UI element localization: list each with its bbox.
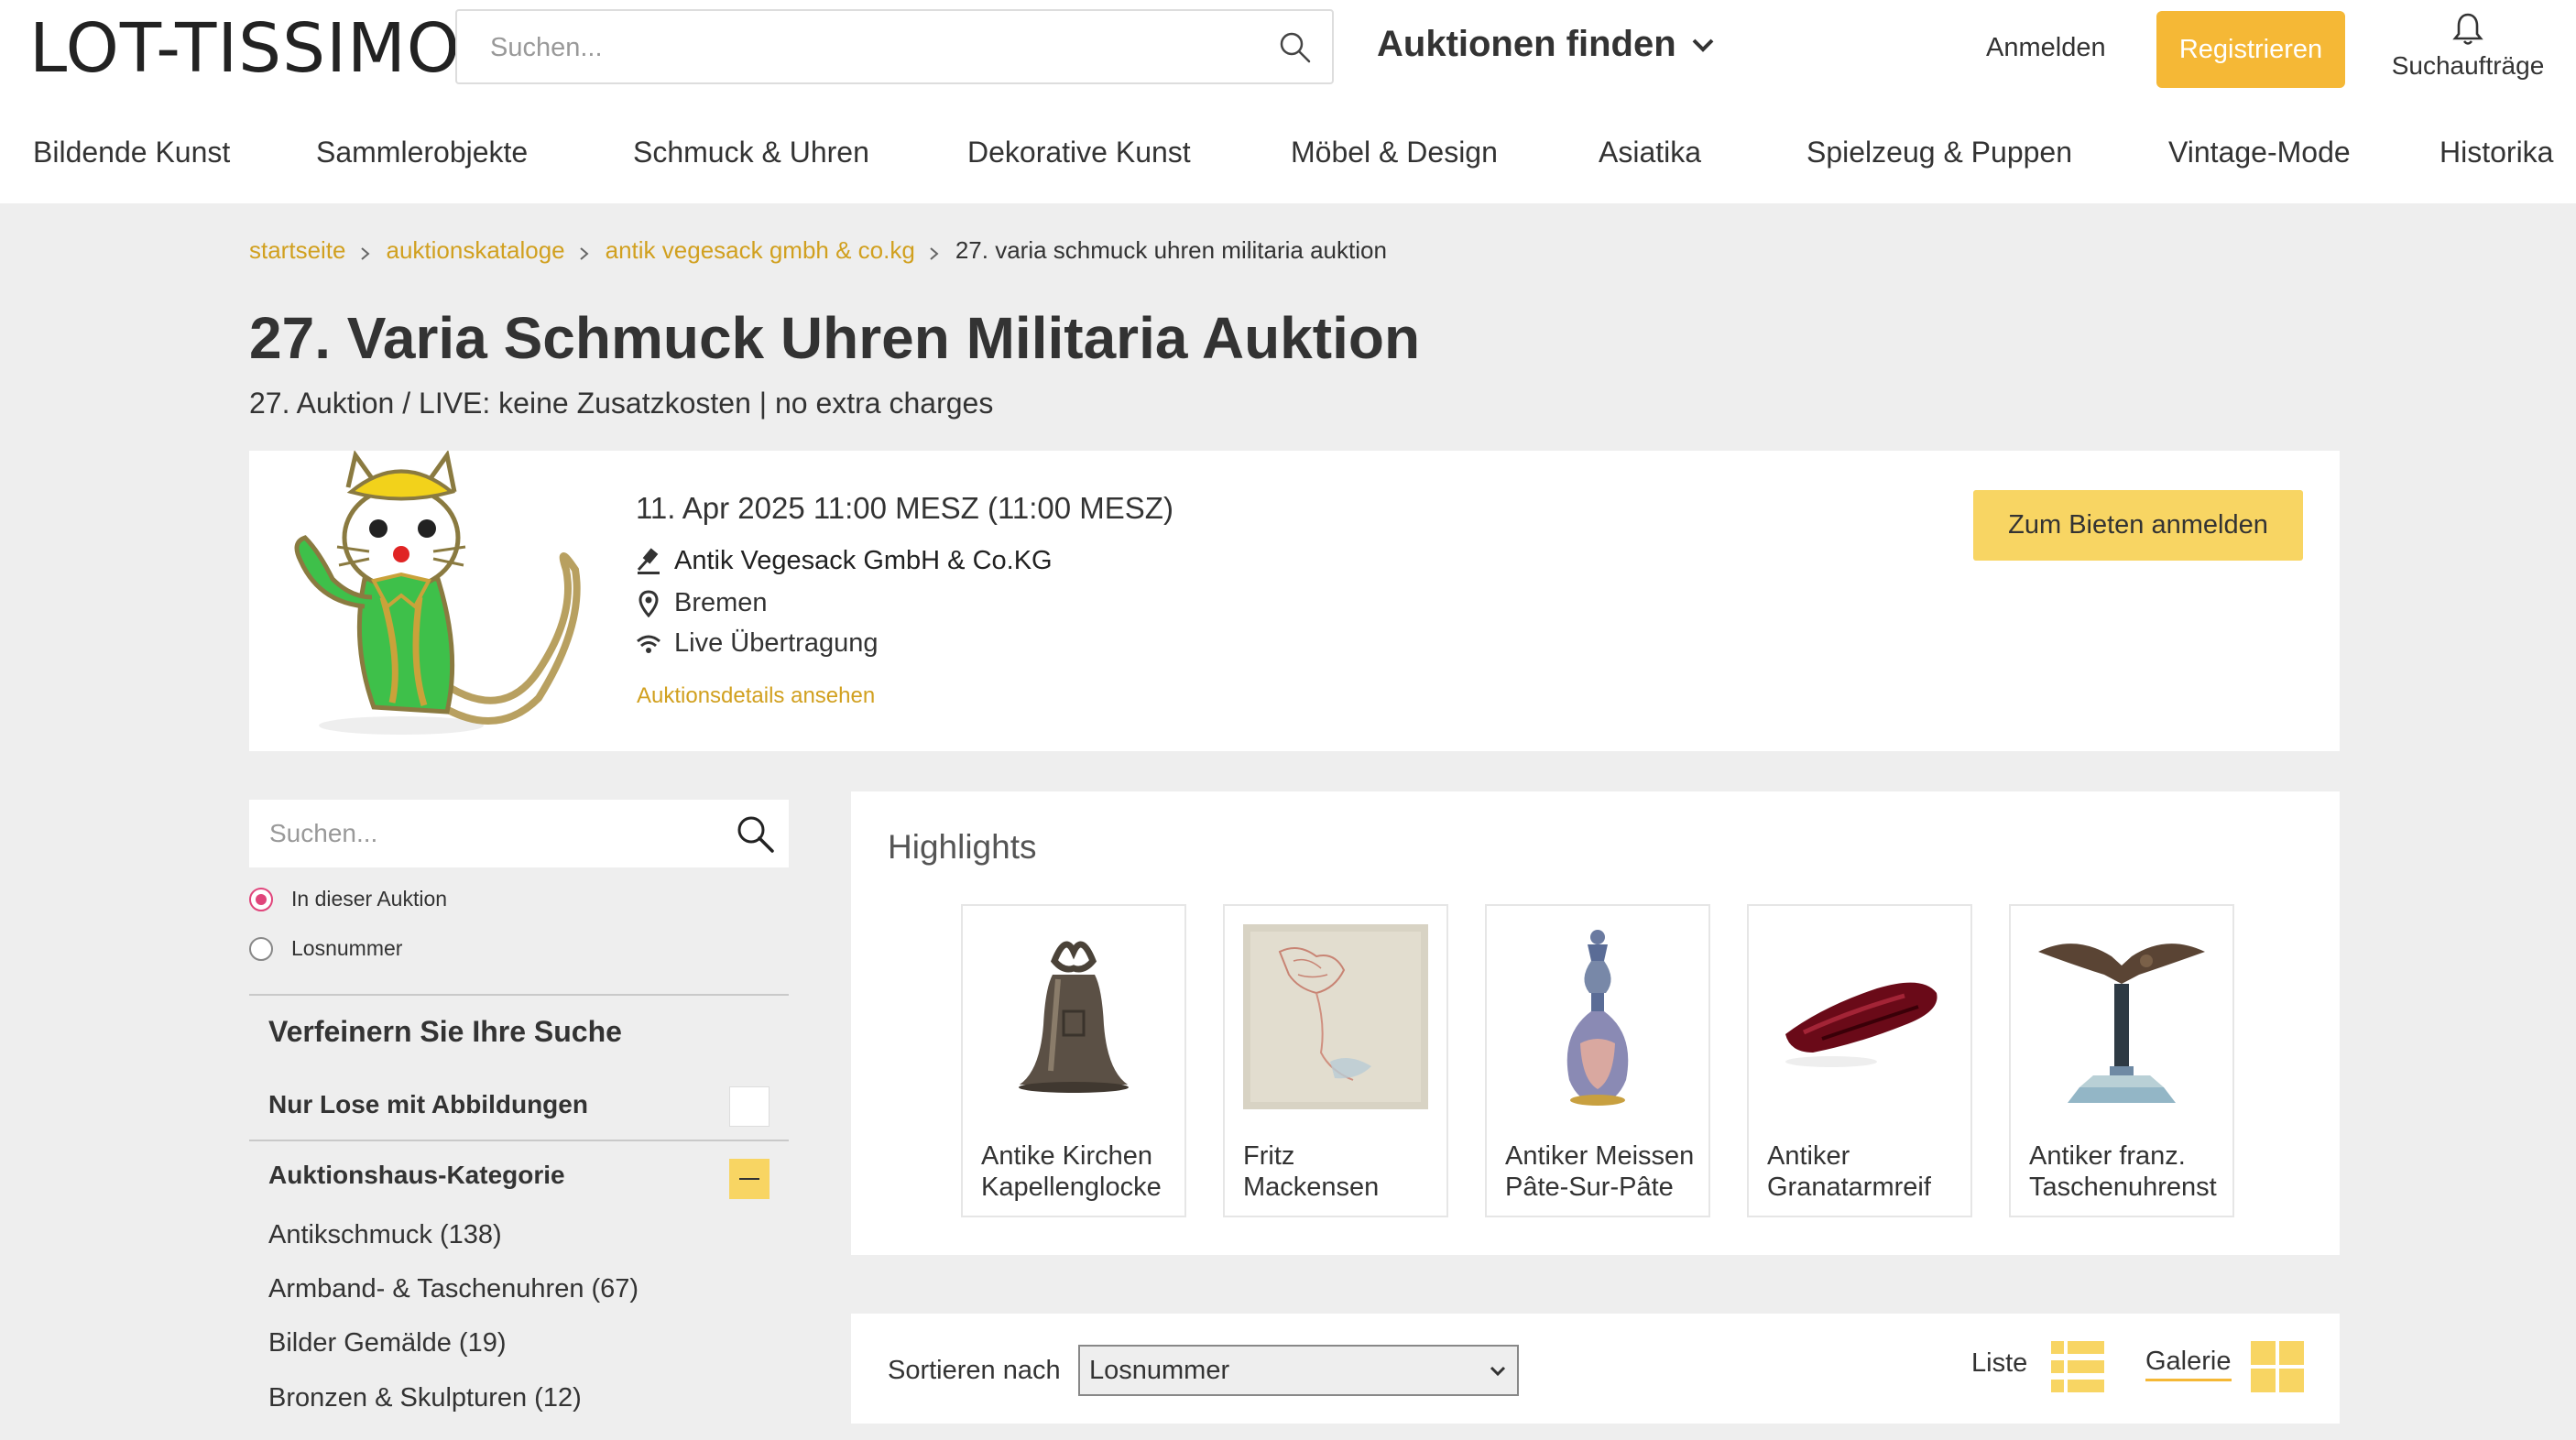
breadcrumb: startseite auktionskataloge antik vegesa… <box>249 236 1387 265</box>
bell-image <box>981 924 1166 1109</box>
category-nav: Bildende Kunst Sammlerobjekte Schmuck & … <box>0 136 2576 181</box>
radio-button-checked[interactable] <box>249 887 273 911</box>
sort-label: Sortieren nach <box>888 1356 1061 1385</box>
nav-category-asian-art[interactable]: Asiatika <box>1599 136 1701 169</box>
find-auctions-dropdown[interactable]: Auktionen finden <box>1377 24 1717 65</box>
chevron-right-icon <box>930 246 939 260</box>
bell-icon <box>2452 13 2483 45</box>
images-only-checkbox[interactable] <box>729 1086 770 1127</box>
map-pin-icon <box>639 589 659 617</box>
nav-category-historical[interactable]: Historika <box>2440 136 2553 169</box>
register-to-bid-button[interactable]: Zum Bieten anmelden <box>1973 490 2303 561</box>
highlight-card[interactable]: Antiker Meissen Pâte-Sur-Pâte <box>1485 904 1710 1217</box>
images-only-label: Nur Lose mit Abbildungen <box>268 1090 588 1118</box>
search-icon[interactable] <box>734 813 776 855</box>
highlight-label: Fritz Mackensen <box>1243 1141 1380 1202</box>
highlights-title: Highlights <box>888 828 1037 866</box>
gallery-view-icon[interactable] <box>2251 1341 2304 1392</box>
auction-house-row: Antik Vegesack GmbH & Co.KG <box>636 546 1053 576</box>
divider <box>249 1140 789 1141</box>
radio-lot-number[interactable]: Losnummer <box>249 936 402 961</box>
search-alerts-label: Suchaufträge <box>2391 51 2545 80</box>
nav-category-decorative-art[interactable]: Dekorative Kunst <box>967 136 1191 169</box>
view-gallery-label[interactable]: Galerie <box>2145 1347 2232 1381</box>
highlight-card[interactable]: Antike Kirchen Kapellenglocke <box>961 904 1186 1217</box>
sort-select[interactable]: Losnummer <box>1078 1345 1519 1396</box>
search-icon[interactable] <box>1277 29 1314 66</box>
drawing-image <box>1243 924 1428 1109</box>
list-view-icon[interactable] <box>2051 1341 2104 1392</box>
minus-icon <box>739 1178 759 1180</box>
view-list-label[interactable]: Liste <box>1971 1348 2027 1379</box>
breadcrumb-catalogs[interactable]: auktionskataloge <box>387 236 565 265</box>
category-filter-item[interactable]: Antikschmuck (138) <box>268 1220 502 1250</box>
radio-in-auction[interactable]: In dieser Auktion <box>249 887 447 911</box>
site-logo[interactable]: LOT-TISSIMO <box>29 9 461 88</box>
highlight-card[interactable]: Fritz Mackensen <box>1223 904 1448 1217</box>
breadcrumb-auction-house[interactable]: antik vegesack gmbh & co.kg <box>606 236 915 265</box>
top-header: LOT-TISSIMO Auktionen finden Anmelden Re… <box>0 0 2576 203</box>
highlights-panel: Highlights Antike Kirchen Kapellenglocke… <box>851 791 2340 1255</box>
highlight-card[interactable]: Antiker Granatarmreif <box>1747 904 1972 1217</box>
category-filter-item[interactable]: Bronzen & Skulpturen (12) <box>268 1383 582 1413</box>
radio-in-auction-label: In dieser Auktion <box>291 887 448 911</box>
radio-lot-number-label: Losnummer <box>291 936 403 960</box>
auction-location-row: Bremen <box>636 588 768 618</box>
auction-date: 11. Apr 2025 11:00 MESZ (11:00 MESZ) <box>636 491 1173 525</box>
login-link[interactable]: Anmelden <box>1986 33 2106 63</box>
refine-search-title: Verfeinern Sie Ihre Suche <box>268 1015 622 1048</box>
auction-cover-image[interactable] <box>264 451 612 744</box>
divider <box>249 994 789 996</box>
gavel-icon <box>637 547 660 574</box>
highlight-label: Antike Kirchen Kapellenglocke <box>981 1141 1162 1202</box>
global-search-box[interactable] <box>455 9 1334 84</box>
chevron-right-icon <box>360 246 370 260</box>
wifi-icon <box>637 635 660 653</box>
register-button[interactable]: Registrieren <box>2156 11 2345 88</box>
find-auctions-label: Auktionen finden <box>1377 24 1676 64</box>
category-filter-item[interactable]: Armband- & Taschenuhren (67) <box>268 1274 639 1304</box>
breadcrumb-home[interactable]: startseite <box>249 236 346 265</box>
auction-live-label: Live Übertragung <box>674 628 879 658</box>
page-subtitle: 27. Auktion / LIVE: keine Zusatzkosten |… <box>249 387 994 420</box>
category-filter-heading[interactable]: Auktionshaus-Kategorie <box>268 1161 565 1190</box>
collapse-category-button[interactable] <box>729 1159 770 1199</box>
vase-image <box>1505 924 1690 1109</box>
highlight-card[interactable]: Antiker franz. Taschenuhrenst <box>2009 904 2234 1217</box>
chevron-down-icon <box>1490 1366 1506 1377</box>
eagle-stand-image <box>2029 924 2214 1109</box>
auction-house-link[interactable]: Antik Vegesack GmbH & Co.KG <box>674 546 1053 576</box>
auction-location: Bremen <box>674 588 768 617</box>
highlight-label: Antiker franz. Taschenuhrenst <box>2029 1141 2217 1202</box>
chevron-down-icon <box>1692 38 1714 52</box>
sort-toolbar: Sortieren nach Losnummer Liste Galerie <box>851 1314 2340 1424</box>
nav-category-furniture-design[interactable]: Möbel & Design <box>1291 136 1498 169</box>
nav-category-toys-dolls[interactable]: Spielzeug & Puppen <box>1806 136 2072 169</box>
auction-live-row: Live Übertragung <box>636 628 878 659</box>
search-alerts-button[interactable]: Suchaufträge <box>2385 9 2550 81</box>
nav-category-fine-art[interactable]: Bildende Kunst <box>33 136 230 169</box>
radio-button[interactable] <box>249 936 273 961</box>
global-search-input[interactable] <box>490 27 1241 68</box>
highlight-label: Antiker Granatarmreif <box>1767 1141 1931 1202</box>
breadcrumb-current: 27. varia schmuck uhren militaria auktio… <box>955 236 1387 264</box>
auction-search-input[interactable] <box>269 813 709 854</box>
highlight-label: Antiker Meissen Pâte-Sur-Pâte <box>1505 1141 1695 1202</box>
nav-category-vintage-fashion[interactable]: Vintage-Mode <box>2168 136 2351 169</box>
nav-category-jewelry-watches[interactable]: Schmuck & Uhren <box>633 136 869 169</box>
nav-category-collectibles[interactable]: Sammlerobjekte <box>316 136 528 169</box>
auction-info-card: 11. Apr 2025 11:00 MESZ (11:00 MESZ) Ant… <box>249 451 2340 751</box>
page-title: 27. Varia Schmuck Uhren Militaria Auktio… <box>249 305 1421 371</box>
chevron-right-icon <box>579 246 589 260</box>
sort-select-value: Losnummer <box>1089 1355 1230 1385</box>
auction-search-box[interactable] <box>249 800 789 867</box>
auction-details-link[interactable]: Auktionsdetails ansehen <box>637 683 875 709</box>
bracelet-image <box>1767 924 1952 1109</box>
category-filter-item[interactable]: Bilder Gemälde (19) <box>268 1328 507 1358</box>
